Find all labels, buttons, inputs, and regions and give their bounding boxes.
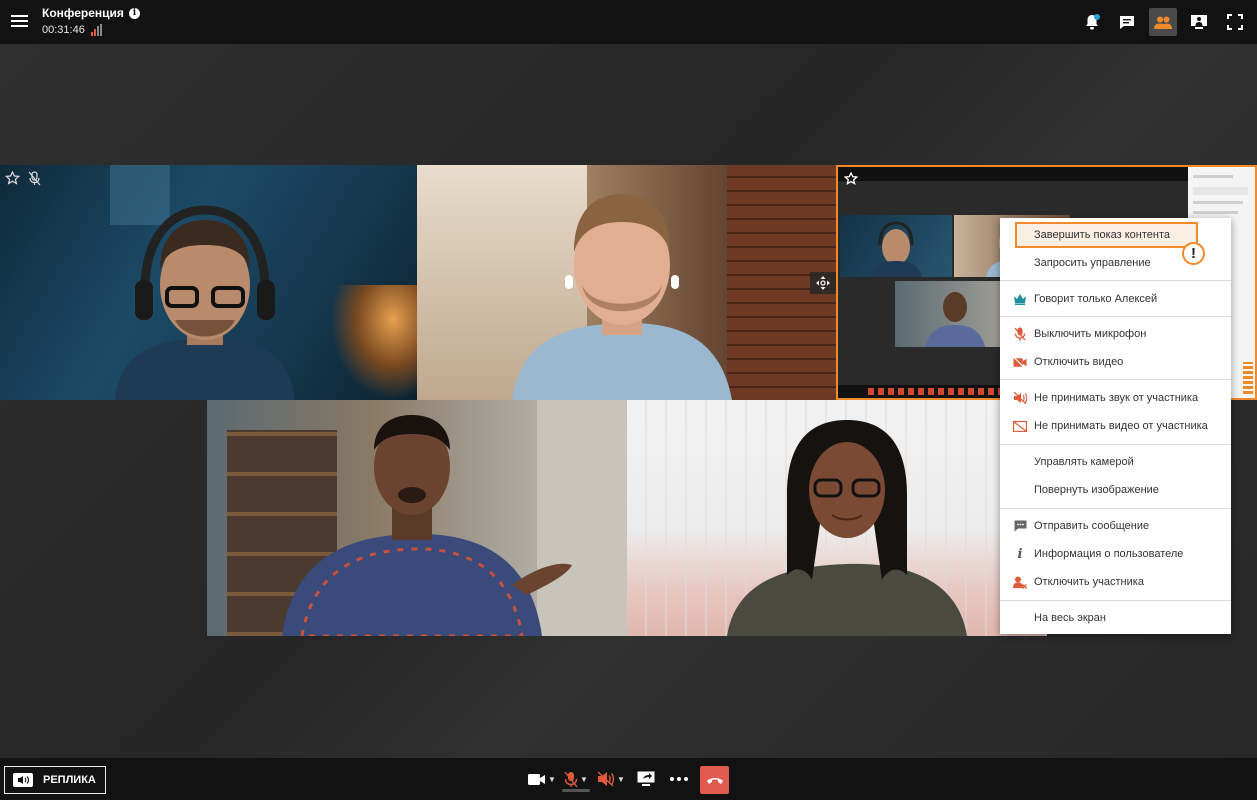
conference-title: Конференция [42,6,124,20]
bottom-bar: РЕПЛИКА ▼ ▼ ▼ [0,758,1257,800]
video-tile-participant-2[interactable] [417,165,836,400]
menu-item-disable-video[interactable]: Отключить видео [1000,349,1231,375]
fullscreen-icon[interactable] [1221,8,1249,36]
hangup-button[interactable] [700,766,729,794]
info-icon[interactable]: i [128,7,140,19]
star-icon[interactable] [5,171,20,186]
speaker-control[interactable]: ▼ [597,768,625,790]
mic-control[interactable]: ▼ [564,768,588,790]
participant-video [115,205,295,400]
video-off-icon [1013,355,1027,369]
conference-app: Конференция i 00:31:46 Завершить показ к… [0,0,1257,800]
speaker-off-icon [1013,391,1027,405]
replica-button[interactable]: РЕПЛИКА [4,766,106,794]
layout-icon[interactable] [1185,8,1213,36]
mic-level-indicator [562,789,590,792]
chevron-down-icon[interactable]: ▼ [548,775,556,784]
chat-icon[interactable] [1113,8,1141,36]
camera-control[interactable]: ▼ [528,768,556,790]
share-screen-button[interactable] [637,768,655,790]
menu-item-control-camera[interactable]: Управлять камерой [1000,449,1231,475]
video-tile-participant-4[interactable] [207,400,627,636]
message-icon [1013,519,1027,533]
menu-item-user-info[interactable]: i Информация о пользователе [1000,541,1231,567]
move-icon[interactable] [810,272,836,294]
title-block: Конференция i 00:31:46 [42,6,140,36]
camera-icon [528,773,545,785]
video-tile-participant-5[interactable] [627,400,1047,636]
participants-icon[interactable] [1149,8,1177,36]
menu-item-fullscreen[interactable]: На весь экран [1000,605,1231,631]
menu-icon[interactable] [11,13,28,29]
menu-item-request-control[interactable]: Запросить управление [1000,250,1231,276]
lamp-light [330,285,417,400]
participant-video [282,415,572,636]
menu-item-send-message[interactable]: Отправить сообщение [1000,513,1231,539]
mic-muted-icon [564,771,578,787]
participant-video [512,194,732,400]
menu-item-only-speaker[interactable]: Говорит только Алексей [1000,286,1231,312]
video-block-icon [1013,419,1027,433]
chevron-down-icon[interactable]: ▼ [617,775,625,784]
menu-item-block-audio[interactable]: Не принимать звук от участника [1000,385,1231,411]
mic-off-icon [28,171,41,186]
top-bar: Конференция i 00:31:46 [0,0,1257,44]
remove-user-icon [1013,575,1027,589]
speaker-muted-icon [597,771,615,787]
signal-strength-icon [90,24,102,36]
bell-icon[interactable] [1078,8,1106,36]
shared-screen-toolbar [838,167,1188,181]
mic-off-icon [1013,327,1027,341]
hangup-icon [706,777,723,784]
share-screen-icon [637,771,655,786]
menu-item-disconnect-user[interactable]: Отключить участника [1000,569,1231,595]
replica-icon [13,773,33,787]
elapsed-time: 00:31:46 [42,24,85,36]
chevron-down-icon[interactable]: ▼ [580,775,588,784]
menu-item-rotate-image[interactable]: Повернуть изображение [1000,477,1231,503]
participant-video [727,420,967,636]
menu-item-mute-mic[interactable]: Выключить микрофон [1000,321,1231,347]
more-button[interactable] [670,768,688,790]
more-icon [670,777,688,781]
participant-context-menu: Завершить показ контента ! Запросить упр… [1000,218,1231,634]
video-tile-participant-1[interactable] [0,165,417,400]
info-icon: i [1017,546,1023,562]
menu-item-block-video[interactable]: Не принимать видео от участника [1000,413,1231,439]
star-icon[interactable] [844,172,858,186]
crown-icon [1013,292,1027,306]
